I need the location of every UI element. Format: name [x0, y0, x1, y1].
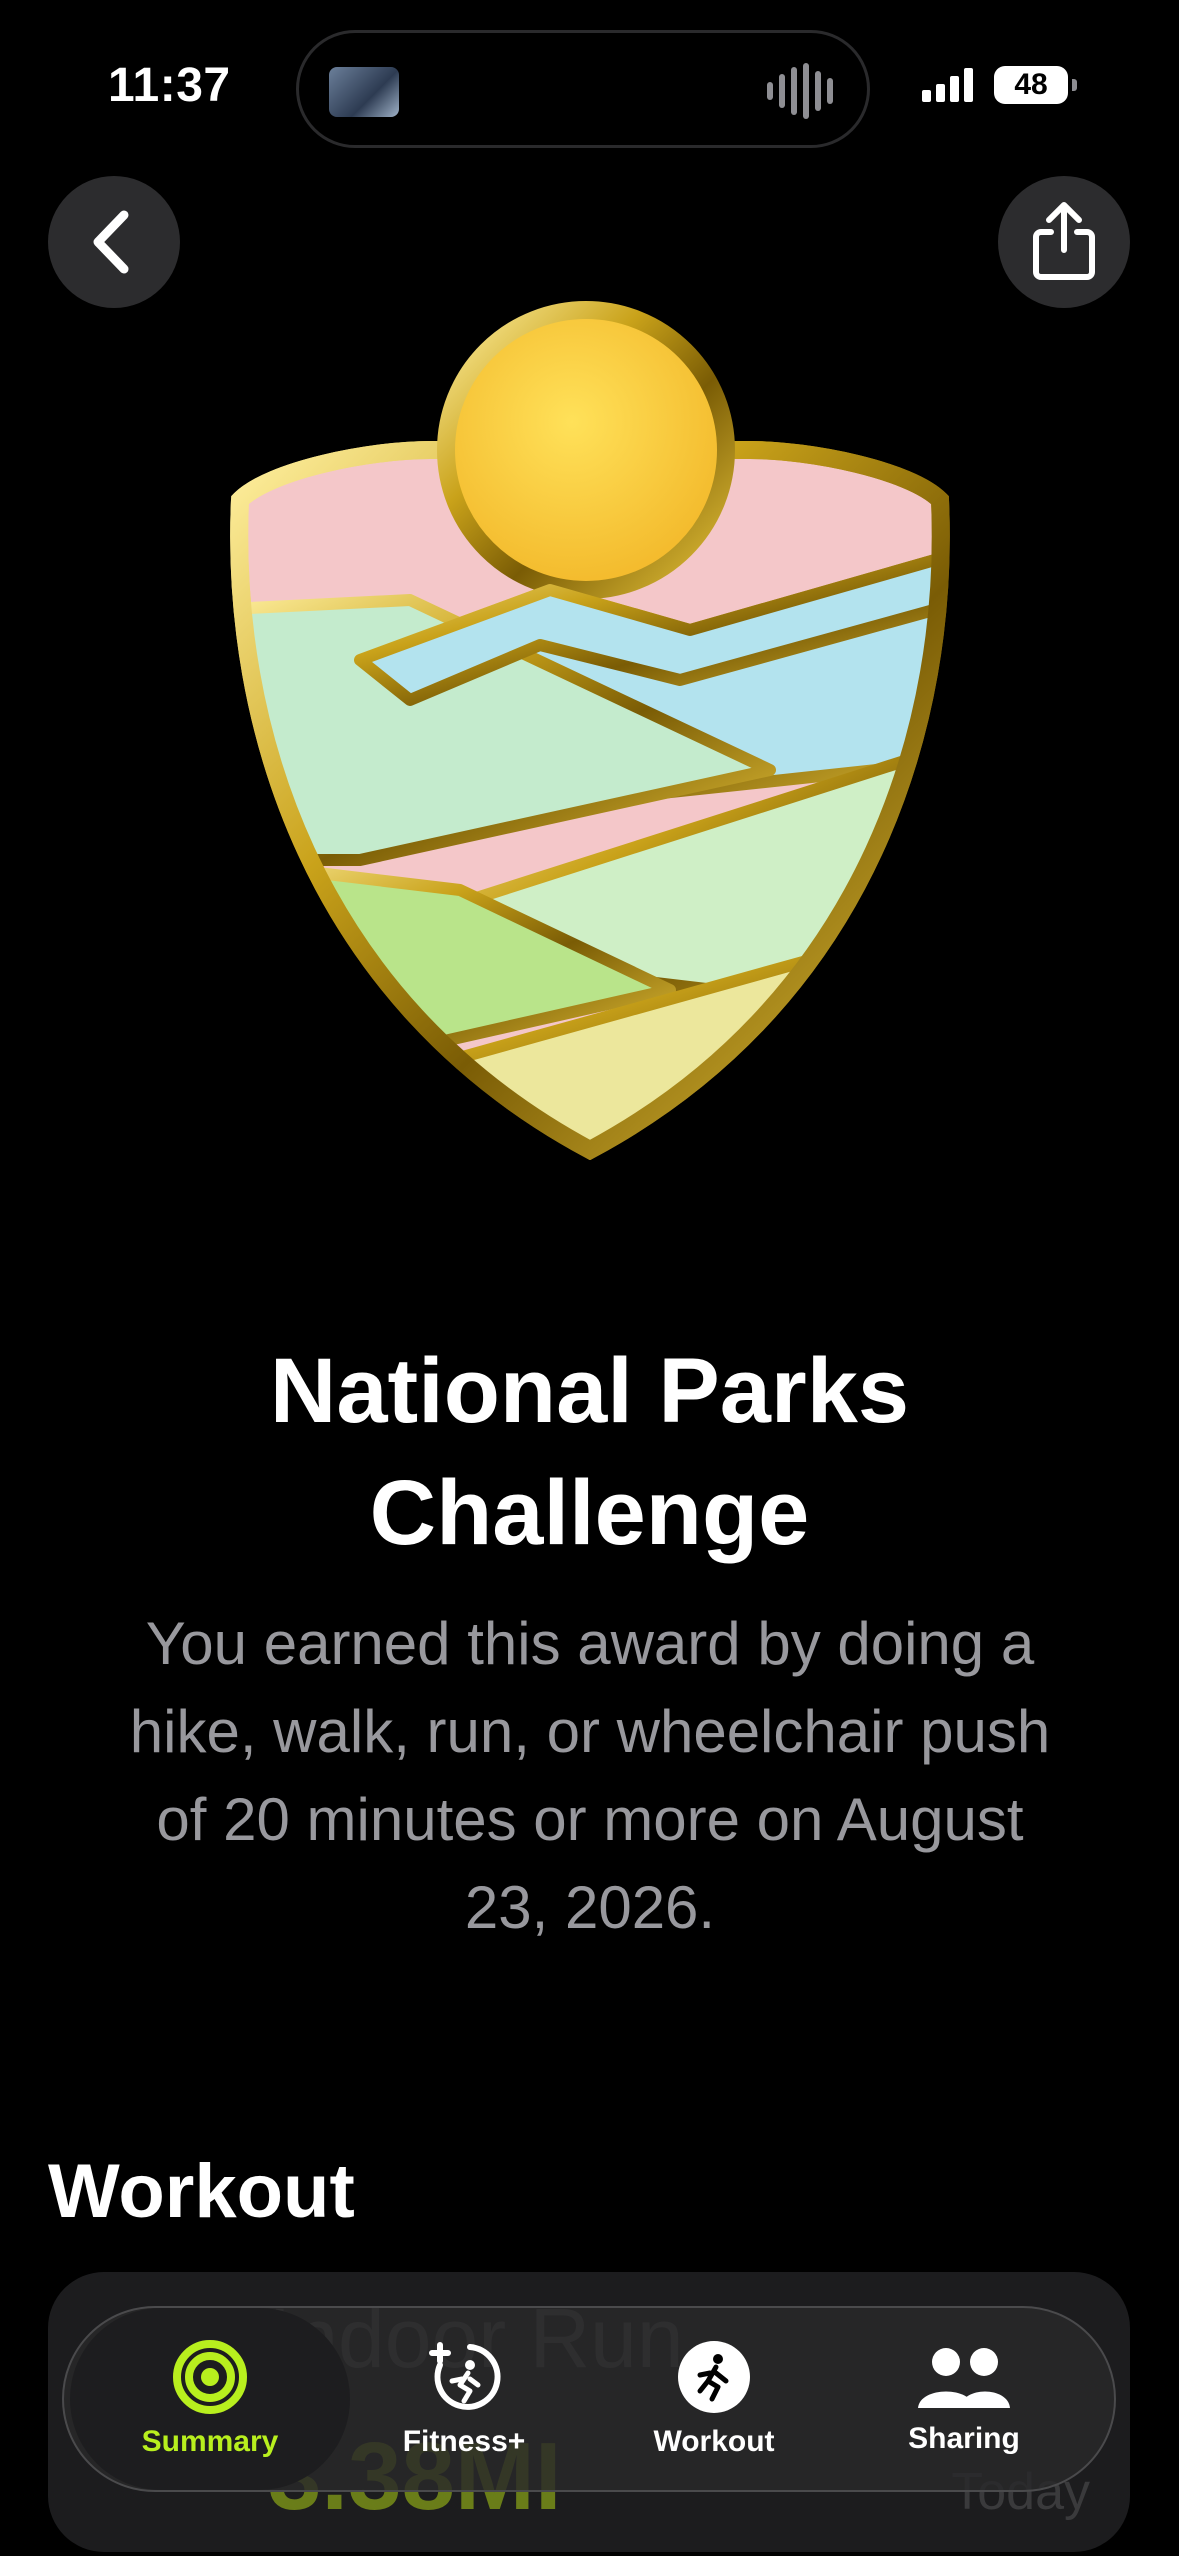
tab-fitness-plus[interactable]: Fitness+ — [364, 2308, 564, 2490]
tab-label: Summary — [141, 2425, 279, 2458]
now-playing-artwork — [329, 67, 399, 117]
chevron-left-icon — [93, 210, 129, 274]
tab-label: Fitness+ — [402, 2425, 526, 2458]
back-button[interactable] — [48, 176, 180, 308]
status-time: 11:37 — [108, 59, 231, 112]
tab-label: Sharing — [908, 2422, 1020, 2455]
tab-sharing[interactable]: Sharing — [864, 2308, 1064, 2490]
section-title-workout: Workout — [48, 2149, 355, 2234]
dynamic-island[interactable] — [296, 30, 870, 148]
tab-summary[interactable]: Summary — [70, 2308, 350, 2490]
tab-bar: Summary Fitness+ Workout Sharing — [62, 2306, 1116, 2492]
national-parks-badge — [230, 301, 950, 1160]
share-button[interactable] — [998, 176, 1130, 308]
cellular-signal-icon — [922, 66, 973, 102]
award-description: You earned this award by doing a hike, w… — [129, 1610, 1051, 1941]
tab-workout[interactable]: Workout — [614, 2308, 814, 2490]
people-icon — [918, 2348, 1010, 2408]
award-title: National Parks Challenge — [269, 1340, 910, 1564]
battery-icon: 48 — [994, 66, 1077, 104]
share-icon — [1033, 202, 1095, 280]
audio-waveform-icon — [767, 63, 837, 119]
activity-rings-icon — [173, 2340, 247, 2414]
fitness-plus-icon — [429, 2342, 501, 2410]
tab-label: Workout — [653, 2425, 775, 2458]
runner-icon — [678, 2341, 750, 2413]
